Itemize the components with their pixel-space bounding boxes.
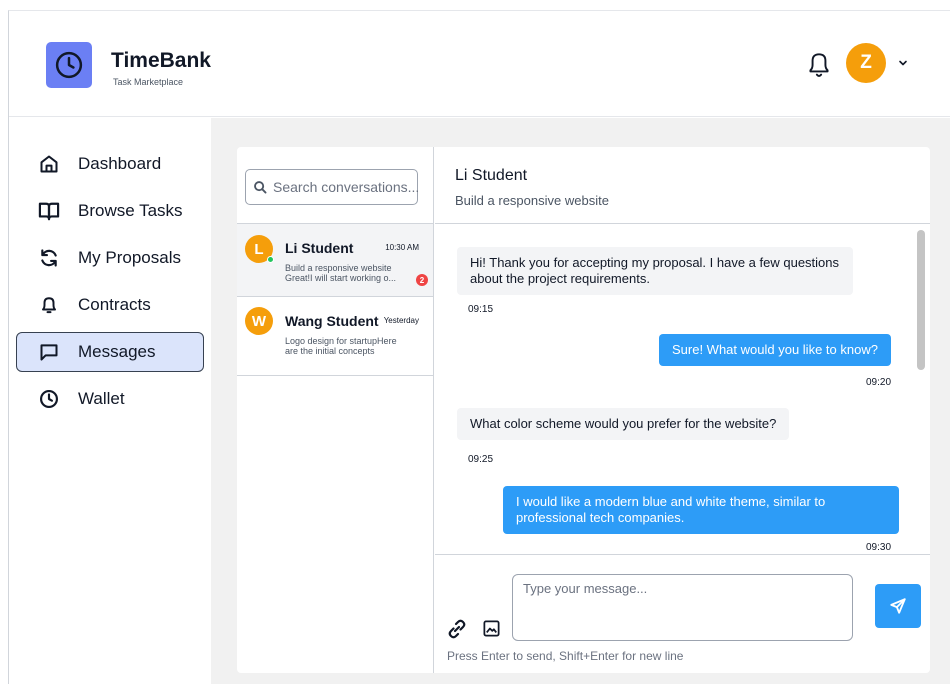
book-icon: [38, 200, 60, 222]
sidebar-item-dashboard[interactable]: Dashboard: [16, 144, 204, 184]
message-time: 09:15: [468, 304, 494, 315]
brand-title: TimeBank: [111, 49, 211, 72]
app-window: TimeBank Task Marketplace Z Dashboard Br…: [8, 10, 950, 684]
conversation-item-wang-student[interactable]: W Wang Student Yesterday Logo design for…: [237, 297, 433, 375]
clock-icon: [38, 388, 60, 410]
sidebar-item-label: Contracts: [78, 295, 151, 314]
chat-window: Li Student Build a responsive website Hi…: [435, 147, 930, 673]
message-time: 09:30: [866, 542, 892, 553]
message-bubble-outgoing: Sure! What would you like to know?: [659, 334, 891, 366]
messages-panel: L Li Student 10:30 AM Build a responsive…: [237, 147, 930, 673]
conversation-time: 10:30 AM: [385, 243, 419, 252]
sidebar-item-wallet[interactable]: Wallet: [16, 379, 204, 419]
sidebar-item-label: Dashboard: [78, 154, 162, 173]
chat-contact-name: Li Student: [455, 167, 528, 184]
top-header: TimeBank Task Marketplace Z: [9, 11, 950, 117]
input-hint: Press Enter to send, Shift+Enter for new…: [447, 649, 684, 663]
logo[interactable]: [46, 42, 92, 88]
message-icon: [38, 341, 60, 363]
send-icon: [890, 598, 906, 614]
conversation-name: Li Student: [285, 240, 354, 256]
divider: [237, 375, 434, 376]
conversation-name: Wang Student: [285, 313, 379, 329]
send-button[interactable]: [875, 584, 921, 628]
sidebar-item-my-proposals[interactable]: My Proposals: [16, 238, 204, 278]
sidebar-item-label: Messages: [78, 342, 156, 361]
sidebar-item-browse-tasks[interactable]: Browse Tasks: [16, 191, 204, 231]
conversation-last-message: are the initial concepts: [285, 346, 375, 356]
chevron-down-icon: [899, 60, 907, 66]
message-time: 09:20: [866, 377, 892, 388]
user-avatar[interactable]: Z: [846, 43, 886, 83]
sidebar-item-label: Wallet: [78, 389, 125, 408]
sidebar-item-label: Browse Tasks: [78, 201, 183, 220]
unread-count-badge: 2: [416, 274, 428, 286]
link-icon: [448, 619, 466, 639]
conversation-avatar: W: [245, 307, 273, 335]
clock-logo-icon: [55, 51, 83, 79]
message-bubble-outgoing: I would like a modern blue and white the…: [503, 486, 899, 534]
home-icon: [38, 153, 60, 175]
message-time: 09:25: [468, 454, 494, 465]
conversation-task: Logo design for startupHere: [285, 336, 397, 346]
search-box: [245, 169, 418, 205]
bell-icon: [38, 294, 60, 316]
sidebar-item-contracts[interactable]: Contracts: [16, 285, 204, 325]
conversation-task: Build a responsive website: [285, 263, 392, 273]
message-thread: Hi! Thank you for accepting my proposal.…: [435, 224, 930, 554]
message-input[interactable]: [512, 574, 853, 641]
chat-task-title: Build a responsive website: [455, 193, 609, 208]
refresh-icon: [38, 247, 60, 269]
notifications-button[interactable]: [804, 48, 834, 82]
message-scrollbar[interactable]: [917, 230, 925, 370]
divider: [435, 554, 930, 555]
attach-image-button[interactable]: [481, 618, 501, 638]
sidebar-item-label: My Proposals: [78, 248, 181, 267]
sidebar: Dashboard Browse Tasks My Proposals Cont…: [9, 118, 211, 684]
user-menu-toggle[interactable]: [896, 54, 910, 72]
search-icon: [253, 180, 267, 194]
attach-file-button[interactable]: [445, 617, 469, 641]
message-bubble-incoming: Hi! Thank you for accepting my proposal.…: [457, 247, 853, 295]
search-conversations-input[interactable]: [273, 179, 418, 195]
image-icon: [483, 620, 499, 636]
conversation-time: Yesterday: [383, 316, 419, 325]
online-status-indicator: [267, 256, 274, 263]
conversation-list: L Li Student 10:30 AM Build a responsive…: [237, 147, 434, 673]
main-content: L Li Student 10:30 AM Build a responsive…: [211, 118, 950, 684]
sidebar-item-messages[interactable]: Messages: [16, 332, 204, 372]
conversation-item-li-student[interactable]: L Li Student 10:30 AM Build a responsive…: [237, 224, 433, 296]
bell-icon: [809, 53, 829, 77]
conversation-last-message: Great!I will start working o...: [285, 273, 397, 283]
message-bubble-incoming: What color scheme would you prefer for t…: [457, 408, 790, 440]
brand-subtitle: Task Marketplace: [113, 77, 184, 87]
